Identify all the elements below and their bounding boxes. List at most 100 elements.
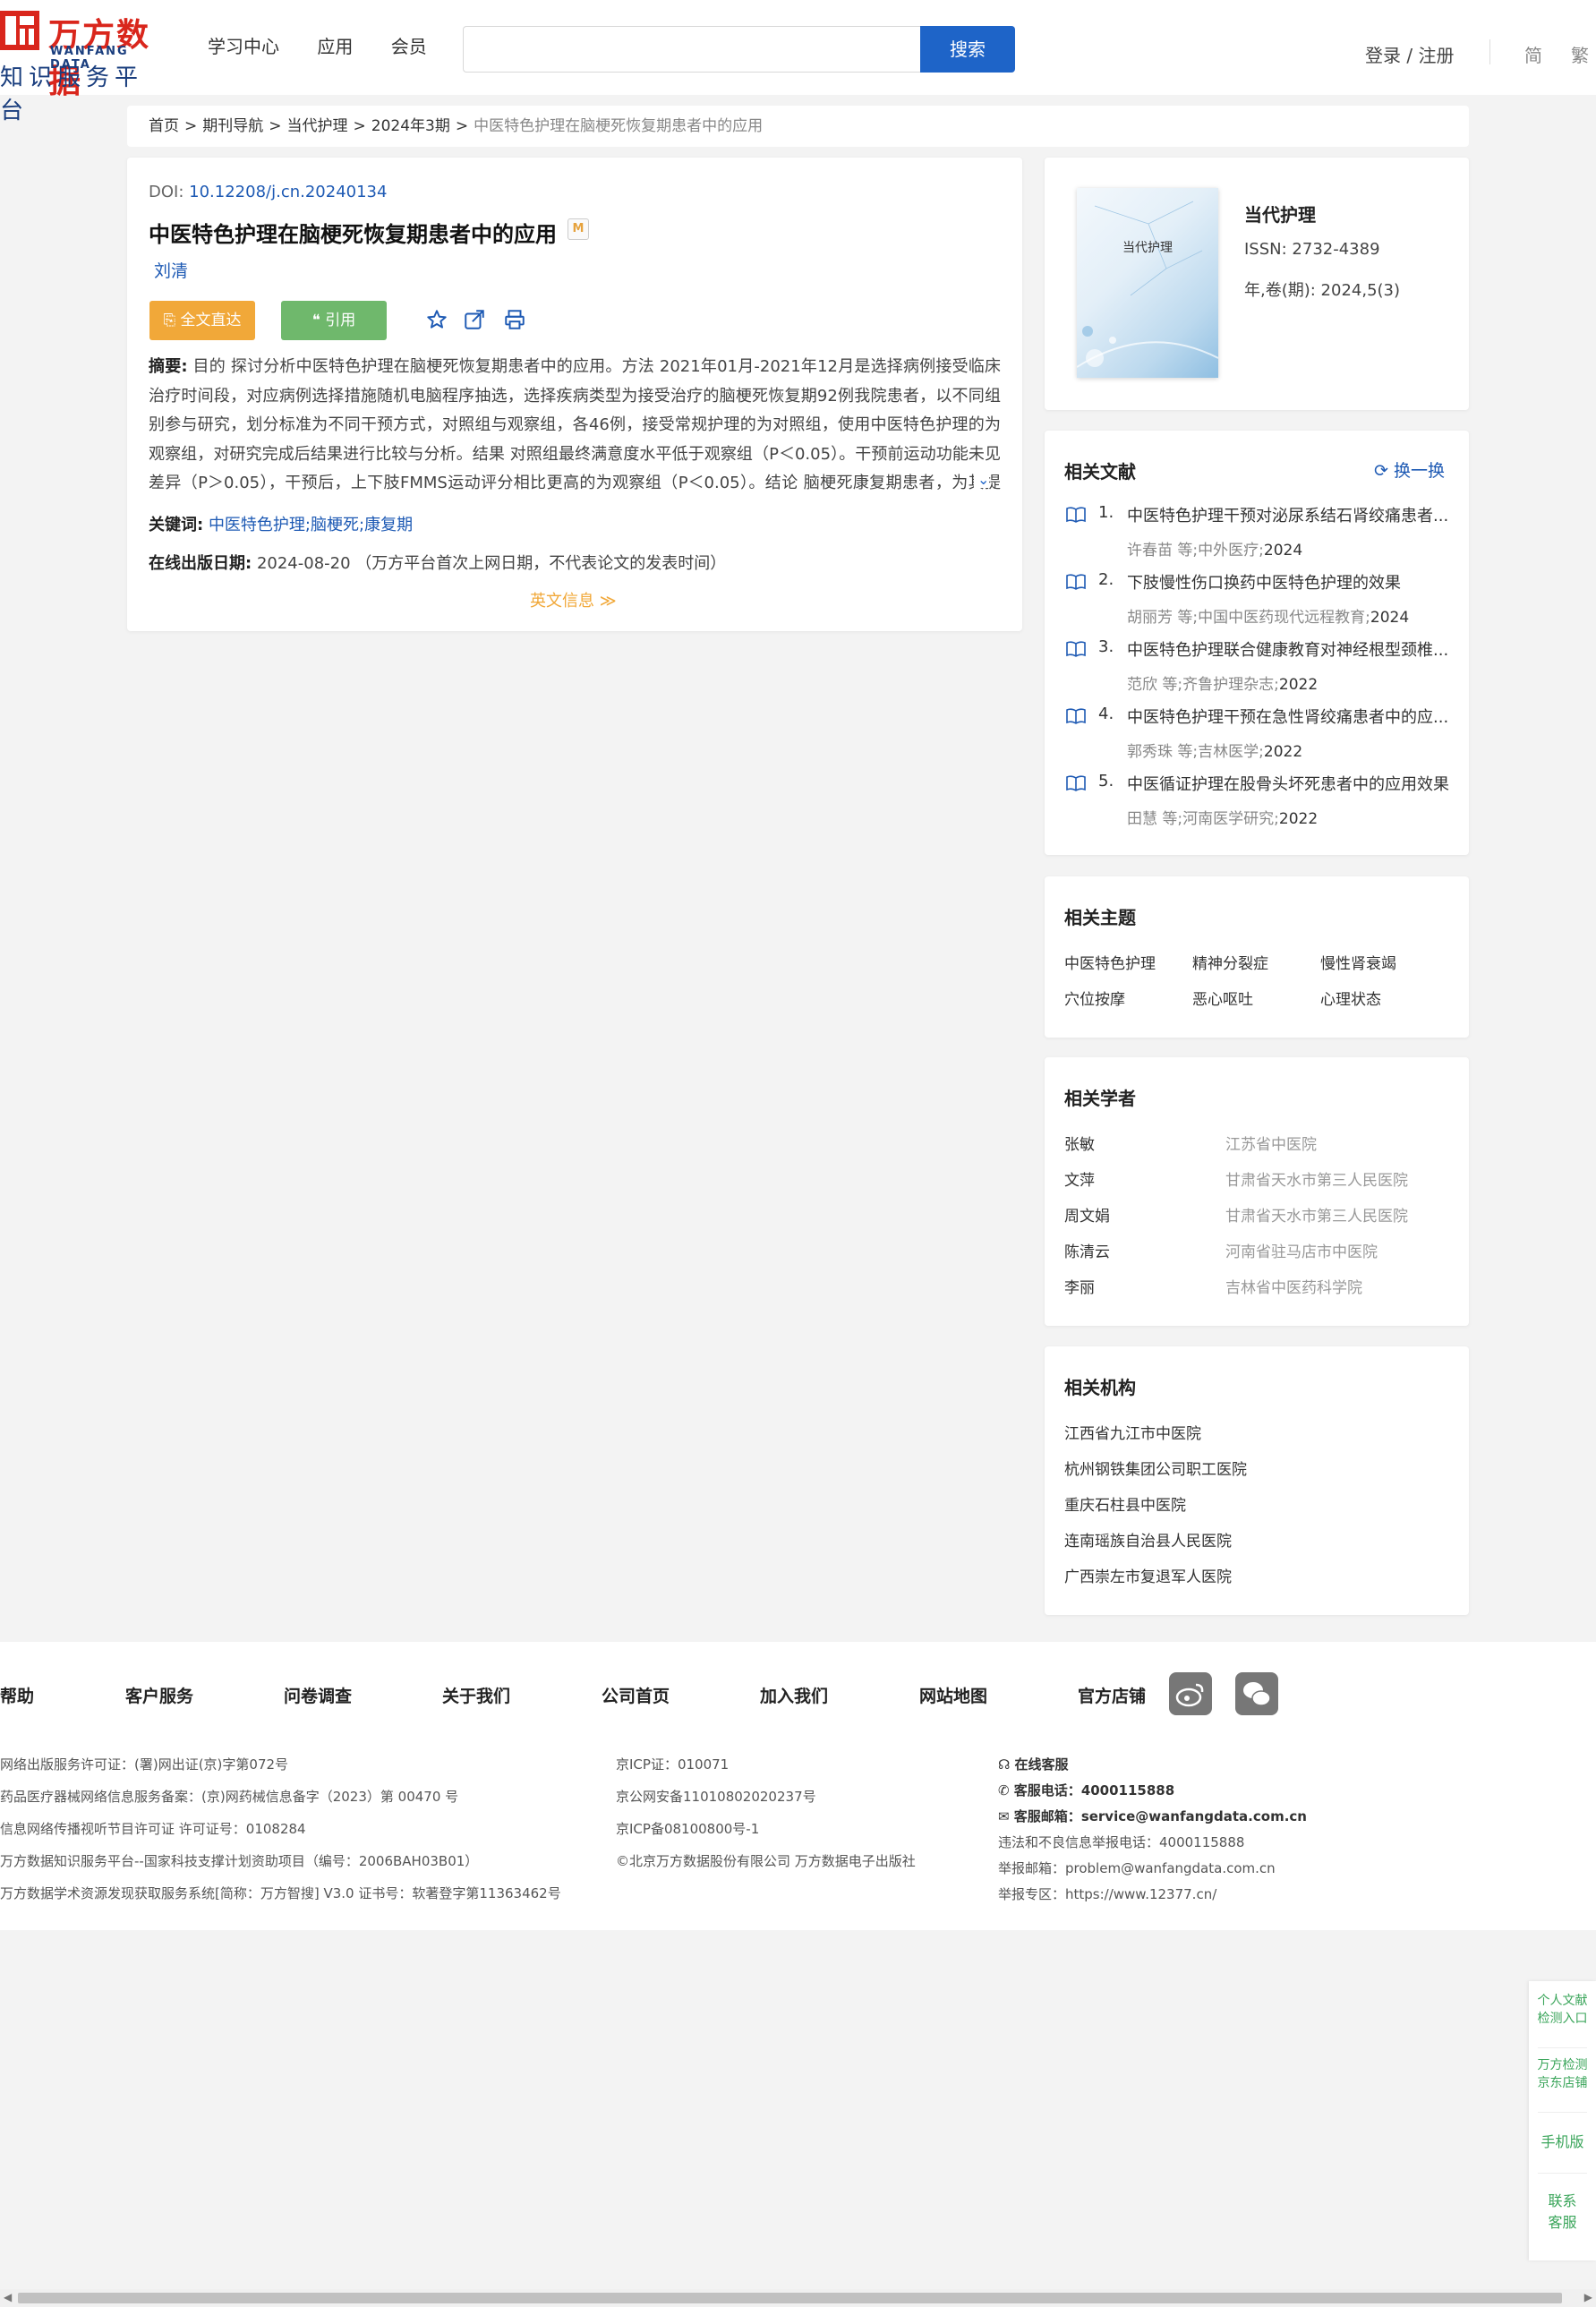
keyword-link[interactable]: 脑梗死; xyxy=(311,516,364,534)
footer-link-sitemap[interactable]: 网站地图 xyxy=(919,1683,987,1707)
search-input[interactable] xyxy=(464,27,920,72)
breadcrumb-issue[interactable]: 2024年3期 xyxy=(371,117,450,135)
footer-link-help[interactable]: 帮助 xyxy=(0,1683,34,1707)
footer-link-company-home[interactable]: 公司首页 xyxy=(602,1683,670,1707)
item-title[interactable]: 中医特色护理干预对泌尿系结石肾绞痛患者... xyxy=(1127,503,1449,526)
related-literature-card: 相关文献 ⟳ 换一换 1. 中医特色护理干预对泌尿系结石肾绞痛患者... 许春苗… xyxy=(1045,431,1469,855)
side-plagiarism-check-entry[interactable]: 个人文献检测入口 xyxy=(1529,1992,1596,2028)
side-contact-service[interactable]: 联系客服 xyxy=(1529,2191,1596,2234)
footer-link-join-us[interactable]: 加入我们 xyxy=(760,1683,828,1707)
article-title: 中医特色护理在脑梗死恢复期患者中的应用 xyxy=(149,222,557,247)
footer-link-official-store[interactable]: 官方店铺 xyxy=(1078,1683,1146,1707)
cite-button[interactable]: ❝ 引用 xyxy=(281,301,387,340)
scholar-name[interactable]: 张敏 xyxy=(1064,1132,1095,1154)
wanfang-logo[interactable]: 万方数据 WANFANG DATA 知识服务平台 xyxy=(0,7,170,124)
fulltext-button[interactable]: ⎘ 全文直达 xyxy=(149,301,255,340)
journal-cover[interactable]: 当代护理 xyxy=(1077,188,1218,378)
scholar-name[interactable]: 李丽 xyxy=(1064,1275,1095,1297)
horizontal-scrollbar[interactable]: ◀ ▶ xyxy=(0,2289,1596,2307)
breadcrumb-home[interactable]: 首页 xyxy=(149,117,179,135)
weibo-icon[interactable] xyxy=(1169,1672,1212,1715)
divider xyxy=(1538,2112,1587,2113)
topic-link[interactable]: 心理状态 xyxy=(1320,987,1381,1009)
phone-icon: ✆ xyxy=(998,1782,1014,1799)
search-button[interactable]: 搜索 xyxy=(920,26,1015,73)
footer-icp-line[interactable]: 京ICP证：010071 xyxy=(616,1755,916,1787)
scholar-name[interactable]: 文萍 xyxy=(1064,1167,1095,1190)
topic-link[interactable]: 穴位按摩 xyxy=(1064,987,1125,1009)
doi-line: DOI: 10.12208/j.cn.20240134 xyxy=(149,183,387,201)
email-value[interactable]: service@wanfangdata.com.cn xyxy=(1081,1808,1307,1824)
side-jd-store[interactable]: 万方检测京东店铺 xyxy=(1529,2056,1596,2092)
keyword-link[interactable]: 康复期 xyxy=(364,516,413,534)
item-year: 2022 xyxy=(1278,676,1319,694)
institution-link[interactable]: 连南瑶族自治县人民医院 xyxy=(1064,1528,1232,1551)
topic-link[interactable]: 中医特色护理 xyxy=(1064,951,1156,973)
institution-link[interactable]: 重庆石柱县中医院 xyxy=(1064,1492,1186,1515)
report-site[interactable]: 举报专区：https://www.12377.cn/ xyxy=(998,1884,1307,1910)
scroll-right-icon[interactable]: ▶ xyxy=(1584,2291,1592,2303)
item-title[interactable]: 中医循证护理在股骨头坏死患者中的应用效果 xyxy=(1127,772,1449,795)
keywords-label: 关键词: xyxy=(149,516,204,534)
topic-link[interactable]: 精神分裂症 xyxy=(1192,951,1268,973)
item-title[interactable]: 下肢慢性伤口换药中医特色护理的效果 xyxy=(1127,570,1449,594)
phone-value: 4000115888 xyxy=(1080,1782,1175,1799)
journal-card: 当代护理 当代护理 ISSN: 2732-4389 年,卷(期): 2024,5… xyxy=(1045,158,1469,410)
scholar-institution[interactable]: 甘肃省天水市第三人民医院 xyxy=(1225,1167,1408,1190)
star-icon[interactable] xyxy=(425,308,448,331)
scholar-name[interactable]: 周文娟 xyxy=(1064,1203,1110,1226)
expand-abstract-icon[interactable]: ⌄ xyxy=(974,471,990,488)
print-icon[interactable] xyxy=(503,308,526,331)
item-title[interactable]: 中医特色护理干预在急性肾绞痛患者中的应... xyxy=(1127,705,1449,728)
section-title: 相关主题 xyxy=(1064,907,1136,928)
related-scholars-card: 相关学者 张敏 江苏省中医院 文萍 甘肃省天水市第三人民医院 周文娟 甘肃省天水… xyxy=(1045,1057,1469,1326)
footer-icp-line[interactable]: 京公网安备11010802020237号 xyxy=(616,1787,916,1819)
wechat-icon[interactable] xyxy=(1235,1672,1278,1715)
scholar-institution[interactable]: 河南省驻马店市中医院 xyxy=(1225,1239,1378,1261)
institution-link[interactable]: 江西省九江市中医院 xyxy=(1064,1421,1201,1443)
book-icon xyxy=(1066,708,1086,724)
mendeley-badge-icon[interactable]: M xyxy=(568,218,589,240)
breadcrumb-separator: > xyxy=(353,117,366,135)
scholar-institution[interactable]: 吉林省中医药科学院 xyxy=(1225,1275,1362,1297)
topic-link[interactable]: 慢性肾衰竭 xyxy=(1320,951,1396,973)
institution-link[interactable]: 广西崇左市复退军人医院 xyxy=(1064,1564,1232,1586)
scholar-institution[interactable]: 甘肃省天水市第三人民医院 xyxy=(1225,1203,1408,1226)
lang-simplified[interactable]: 简 xyxy=(1524,41,1542,67)
nav-learning-center[interactable]: 学习中心 xyxy=(208,36,279,57)
refresh-button[interactable]: ⟳ 换一换 xyxy=(1374,457,1445,482)
item-journal: 河南医学研究; xyxy=(1182,810,1279,828)
scholar-name[interactable]: 陈清云 xyxy=(1064,1239,1110,1261)
institution-link[interactable]: 杭州钢铁集团公司职工医院 xyxy=(1064,1457,1247,1479)
login-register-link[interactable]: 登录 / 注册 xyxy=(1365,41,1454,67)
nav-apps[interactable]: 应用 xyxy=(317,36,353,57)
report-email[interactable]: 举报邮箱：problem@wanfangdata.com.cn xyxy=(998,1858,1307,1884)
lang-traditional[interactable]: 繁 xyxy=(1571,41,1589,67)
keyword-link[interactable]: 中医特色护理; xyxy=(209,516,311,534)
topic-link[interactable]: 恶心呕吐 xyxy=(1192,987,1253,1009)
footer-copyright: ©北京万方数据股份有限公司 万方数据电子出版社 xyxy=(616,1853,916,1869)
side-float-bar: 个人文献检测入口 万方检测京东店铺 手机版 联系客服 xyxy=(1529,1981,1596,2260)
item-year: 2024 xyxy=(1263,542,1303,560)
journal-name[interactable]: 当代护理 xyxy=(1244,201,1316,226)
refresh-label: 换一换 xyxy=(1393,461,1445,481)
breadcrumb-journal[interactable]: 当代护理 xyxy=(287,117,348,135)
scroll-left-icon[interactable]: ◀ xyxy=(4,2291,12,2303)
related-topics-card: 相关主题 中医特色护理 精神分裂症 慢性肾衰竭 穴位按摩 恶心呕吐 心理状态 xyxy=(1045,876,1469,1038)
scrollbar-thumb[interactable] xyxy=(18,2293,1562,2303)
item-title[interactable]: 中医特色护理联合健康教育对神经根型颈椎... xyxy=(1127,637,1449,661)
share-icon[interactable] xyxy=(463,308,486,331)
nav-membership[interactable]: 会员 xyxy=(391,36,427,57)
footer-link-customer-service[interactable]: 客户服务 xyxy=(125,1683,193,1707)
english-info-toggle[interactable]: 英文信息 ≫ xyxy=(530,588,617,611)
side-mobile-version[interactable]: 手机版 xyxy=(1529,2132,1596,2153)
footer-link-about[interactable]: 关于我们 xyxy=(442,1683,510,1707)
breadcrumb-journal-nav[interactable]: 期刊导航 xyxy=(202,117,263,135)
doi-link[interactable]: 10.12208/j.cn.20240134 xyxy=(189,183,387,201)
footer-icp-line[interactable]: 京ICP备08100800号-1 xyxy=(616,1819,916,1851)
footer-link-survey[interactable]: 问卷调查 xyxy=(284,1683,352,1707)
item-meta: 胡丽芳 等;中国中医药现代远程教育;2024 xyxy=(1127,604,1409,627)
scholar-institution[interactable]: 江苏省中医院 xyxy=(1225,1132,1317,1154)
online-service-link[interactable]: ☊ 在线客服 xyxy=(998,1755,1307,1781)
author-link[interactable]: 刘清 xyxy=(154,258,188,282)
